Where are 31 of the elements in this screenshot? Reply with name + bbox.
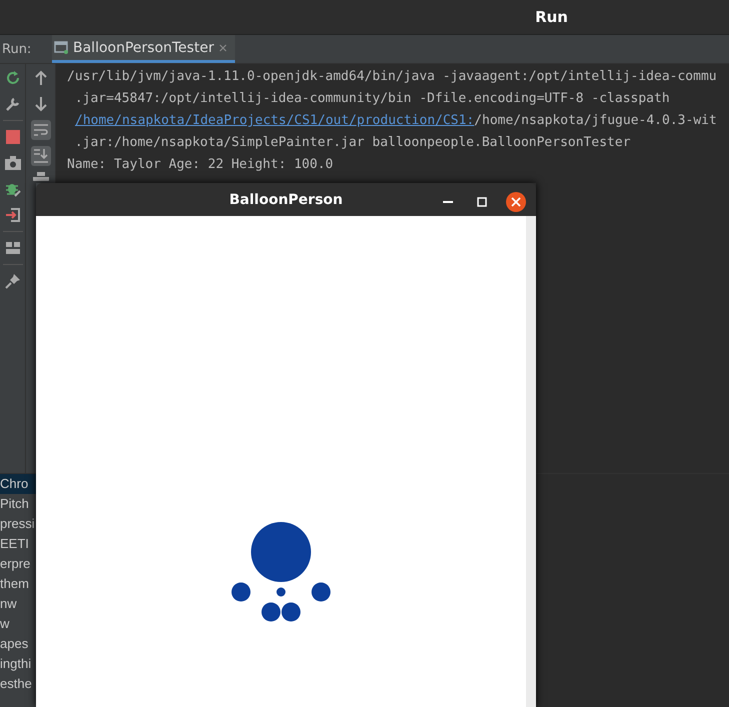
- run-tab[interactable]: BalloonPersonTester: [52, 35, 235, 63]
- pin-icon[interactable]: [2, 271, 22, 291]
- window-title: BalloonPerson: [229, 192, 343, 208]
- console-text: .jar=45847:/opt/intellij-idea-community/bin -Dfile.encoding=UTF-8 -classpath: [74, 90, 671, 108]
- project-list-item[interactable]: Chro: [0, 474, 36, 494]
- panel-label: Run:: [1, 42, 32, 56]
- close-icon: [511, 197, 521, 207]
- print-icon[interactable]: [30, 172, 50, 181]
- project-list-item[interactable]: ingthi: [0, 654, 36, 674]
- soft-wrap-icon[interactable]: [30, 120, 50, 140]
- console-text: .jar:/home/nsapkota/SimplePainter.jar balloonpeople.BalloonPersonTester: [74, 134, 632, 152]
- console-text: Name: Taylor Age: 22 Height: 100.0: [67, 156, 334, 174]
- close-button[interactable]: [506, 192, 526, 212]
- project-list-item[interactable]: apes: [0, 634, 36, 654]
- console-window-icon: [54, 41, 68, 54]
- minimize-icon: [443, 201, 453, 203]
- window-title: Run: [535, 8, 568, 26]
- project-list-item[interactable]: pressi: [0, 514, 36, 534]
- project-list-item[interactable]: esthe: [0, 674, 36, 694]
- project-list-item[interactable]: w: [0, 614, 36, 634]
- project-list-item[interactable]: Pitch: [0, 494, 36, 514]
- scroll-to-end-icon[interactable]: [30, 146, 50, 166]
- camera-icon[interactable]: [2, 153, 22, 173]
- console-text: /usr/lib/jvm/java-1.11.0-openjdk-amd64/bin/java -javaagent:/opt/intellij-idea-commu: [67, 68, 718, 86]
- console-text: /home/nsapkota/jfugue-4.0.3-wit: [474, 113, 717, 128]
- project-list-item[interactable]: them: [0, 574, 36, 594]
- project-list-item[interactable]: EETI: [0, 534, 36, 554]
- project-list-item[interactable]: nw: [0, 594, 36, 614]
- project-list-item[interactable]: erpre: [0, 554, 36, 574]
- maximize-icon: [477, 197, 487, 207]
- console-link[interactable]: /home/nsapkota/IdeaProjects/CS1/out/production/CS1:: [75, 113, 474, 128]
